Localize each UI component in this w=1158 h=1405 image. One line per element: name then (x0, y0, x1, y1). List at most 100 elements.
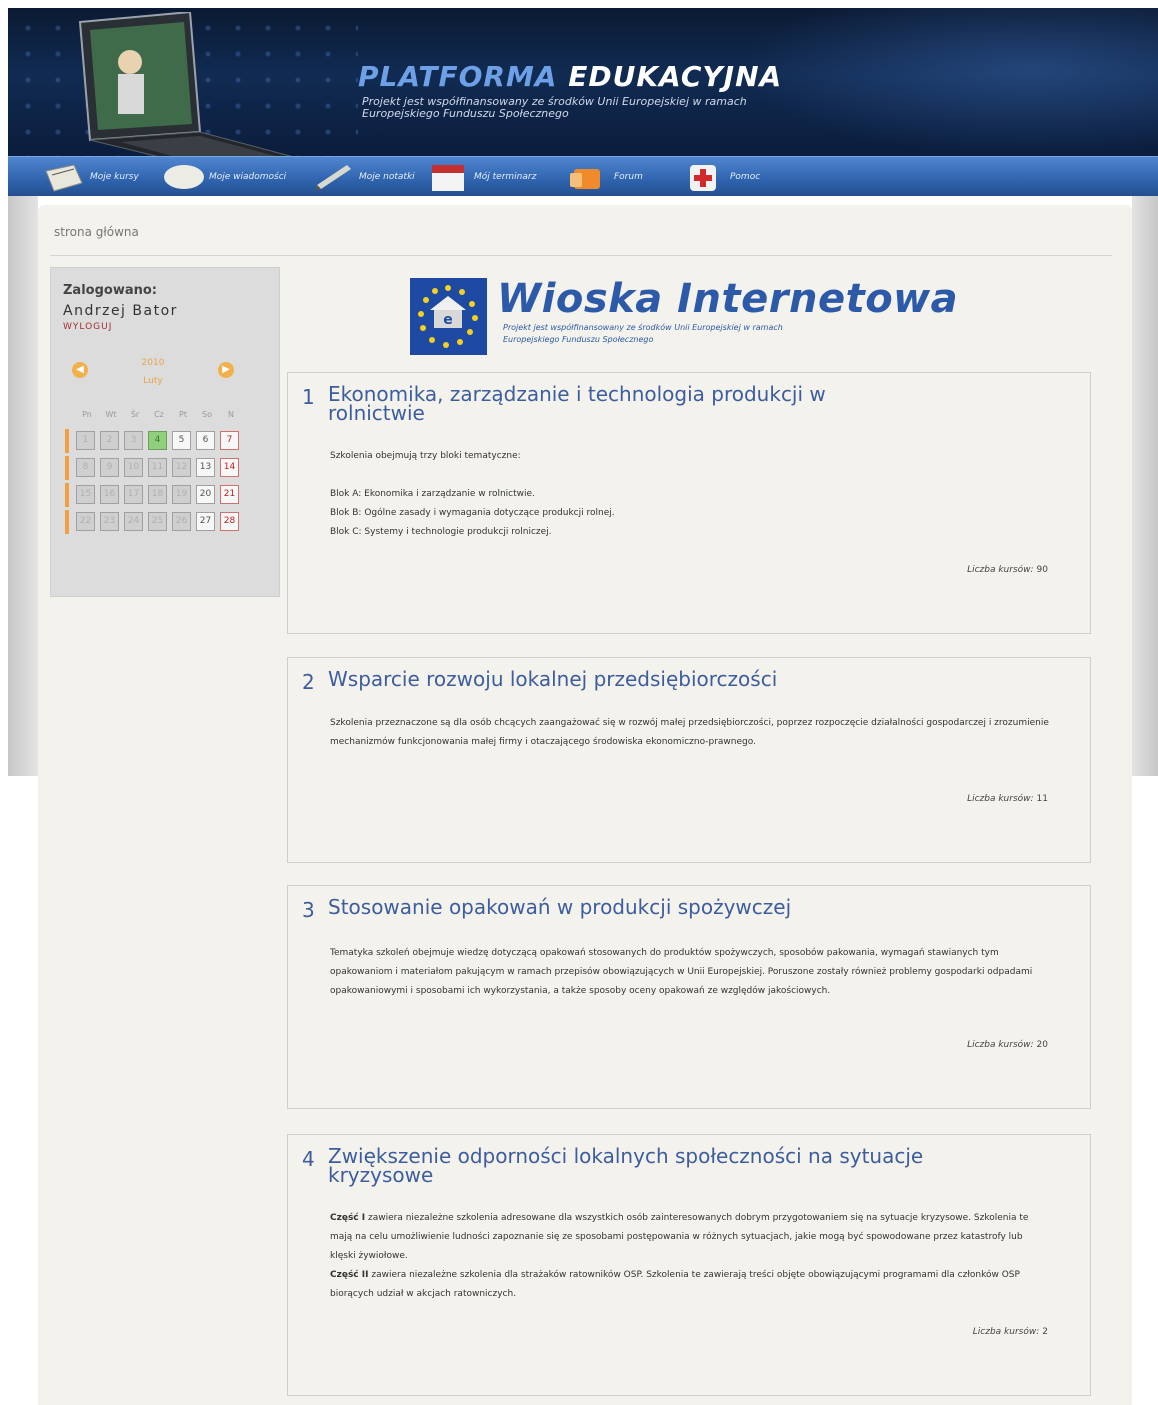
side-shade-right (1132, 196, 1158, 776)
nav-item-forum[interactable]: Forum (568, 161, 694, 193)
calendar-day[interactable]: 4 (148, 431, 167, 450)
calendar-weekdays: Pn Wt Śr Cz Pt So N (75, 410, 243, 419)
course-count: Liczba kursów: 90 (967, 565, 1048, 575)
course-part-label: Część I (330, 1213, 366, 1223)
calendar-day[interactable]: 25 (148, 512, 167, 531)
calendar-day[interactable]: 19 (172, 485, 191, 504)
calendar-day[interactable]: 24 (124, 512, 143, 531)
nav-item-my-messages[interactable]: Moje wiadomości (163, 161, 289, 193)
course-text: Szkolenia przeznaczone są dla osób chcąc… (330, 718, 1049, 747)
course-text: Blok A: Ekonomika i zarządzanie w rolnic… (330, 489, 535, 499)
nav-item-my-calendar[interactable]: Mój terminarz (428, 161, 554, 193)
calendar-day[interactable]: 21 (220, 485, 239, 504)
course-number: 4 (302, 1147, 315, 1171)
calendar-day[interactable]: 5 (172, 431, 191, 450)
calendar-day[interactable]: 9 (100, 458, 119, 477)
course-part-2: Część II zawiera niezależne szkolenia dl… (330, 1266, 1050, 1304)
calendar-day[interactable]: 10 (124, 458, 143, 477)
calendar-day[interactable]: 26 (172, 512, 191, 531)
nav-label: Moje kursy (90, 172, 139, 182)
calendar-day[interactable]: 13 (196, 458, 215, 477)
header-glow (738, 8, 1158, 156)
divider (50, 255, 1112, 256)
site-title-part1: PLATFORMA (358, 60, 558, 93)
course-text: Blok B: Ogólne zasady i wymagania dotycz… (330, 508, 615, 518)
prev-month-icon[interactable]: ◀ (72, 362, 88, 378)
nav-label: Forum (614, 172, 643, 182)
course-text: Blok C: Systemy i technologie produkcji … (330, 527, 552, 537)
course-description: Szkolenia przeznaczone są dla osób chcąc… (330, 714, 1050, 752)
calendar-day[interactable]: 14 (220, 458, 239, 477)
calendar-day[interactable]: 7 (220, 431, 239, 450)
course-title[interactable]: Zwiększenie odporności lokalnych społecz… (328, 1146, 928, 1185)
logout-link[interactable]: WYLOGUJ (63, 322, 112, 332)
course-text: Szkolenia obejmują trzy bloki tematyczne… (330, 451, 521, 461)
calendar-day[interactable]: 22 (76, 512, 95, 531)
weekday-label: Śr (130, 410, 140, 419)
weekday-label: So (202, 410, 212, 419)
pen-icon (315, 165, 351, 191)
calendar-year: 2010 (141, 358, 165, 368)
course-title[interactable]: Stosowanie opakowań w produkcji spożywcz… (328, 897, 928, 922)
nav-label: Moje wiadomości (209, 172, 287, 182)
help-icon (690, 165, 716, 191)
nav-item-my-courses[interactable]: Moje kursy (44, 161, 170, 193)
course-count-label: Liczba kursów: (967, 1040, 1034, 1050)
calendar-day[interactable]: 11 (148, 458, 167, 477)
weekday-label: Pt (179, 410, 187, 419)
course-count-label: Liczba kursów: (967, 794, 1034, 804)
breadcrumb[interactable]: strona główna (54, 225, 139, 239)
course-number: 1 (302, 385, 315, 409)
course-count-value: 90 (1036, 565, 1048, 575)
course-number: 3 (302, 898, 315, 922)
course-card[interactable]: 3 Stosowanie opakowań w produkcji spożyw… (287, 885, 1091, 1109)
nav-label: Mój terminarz (474, 172, 537, 182)
course-part-1: Część I zawiera niezależne szkolenia adr… (330, 1209, 1050, 1266)
calendar-day[interactable]: 6 (196, 431, 215, 450)
calendar-day[interactable]: 12 (172, 458, 191, 477)
calendar-day[interactable]: 27 (196, 512, 215, 531)
course-count: Liczba kursów: 20 (967, 1040, 1048, 1050)
wioska-logo-icon: e (410, 278, 487, 355)
calendar-day[interactable]: 8 (76, 458, 95, 477)
weekday-label: Cz (154, 410, 164, 419)
course-count-value: 11 (1036, 794, 1048, 804)
course-card[interactable]: 4 Zwiększenie odporności lokalnych społe… (287, 1134, 1091, 1396)
course-text: Tematyka szkoleń obejmuje wiedzę dotyczą… (330, 948, 1033, 996)
site-subtitle: Projekt jest współfinansowany ze środków… (362, 95, 747, 120)
user-name: Andrzej Bator (63, 303, 178, 319)
calendar-day[interactable]: 23 (100, 512, 119, 531)
nav-item-help[interactable]: Pomoc (684, 161, 810, 193)
course-number: 2 (302, 670, 315, 694)
week-marker (65, 483, 69, 507)
course-title[interactable]: Ekonomika, zarządzanie i technologia pro… (328, 384, 928, 423)
course-count-value: 20 (1036, 1040, 1048, 1050)
calendar-icon (432, 165, 464, 191)
course-card[interactable]: 2 Wsparcie rozwoju lokalnej przedsiębior… (287, 657, 1091, 863)
calendar-day[interactable]: 15 (76, 485, 95, 504)
logo-subtitle: Projekt jest współfinansowany ze środków… (503, 323, 783, 344)
course-text: zawiera niezależne szkolenia dla strażak… (330, 1270, 1020, 1299)
weekday-label: Pn (82, 410, 92, 419)
course-description: Część I zawiera niezależne szkolenia adr… (330, 1209, 1050, 1304)
calendar-day[interactable]: 3 (124, 431, 143, 450)
calendar-day[interactable]: 16 (100, 485, 119, 504)
calendar-day[interactable]: 2 (100, 431, 119, 450)
calendar-day[interactable]: 17 (124, 485, 143, 504)
course-title[interactable]: Wsparcie rozwoju lokalnej przedsiębiorcz… (328, 669, 928, 694)
calendar-day[interactable]: 20 (196, 485, 215, 504)
calendar-day[interactable]: 1 (76, 431, 95, 450)
nav-label: Pomoc (730, 172, 761, 182)
logged-in-label: Zalogowano: (63, 283, 157, 298)
course-part-label: Część II (330, 1270, 369, 1280)
calendar-day[interactable]: 18 (148, 485, 167, 504)
calendar-day[interactable]: 28 (220, 512, 239, 531)
course-card[interactable]: 1 Ekonomika, zarządzanie i technologia p… (287, 372, 1091, 634)
course-count-label: Liczba kursów: (972, 1327, 1040, 1337)
nav-item-my-notes[interactable]: Moje notatki (313, 161, 439, 193)
next-month-icon[interactable]: ▶ (218, 362, 234, 378)
calendar-month: Luty (143, 376, 163, 386)
week-marker (65, 456, 69, 480)
weekday-label: N (228, 410, 234, 419)
